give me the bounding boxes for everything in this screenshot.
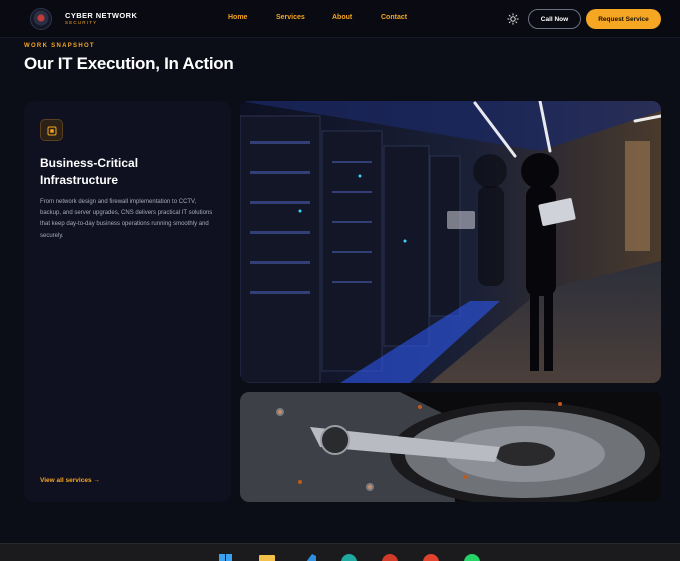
- whatsapp-icon[interactable]: [462, 553, 482, 561]
- vscode-icon[interactable]: [298, 553, 318, 561]
- brand-logo-icon[interactable]: [30, 8, 52, 30]
- hard-drive-image: [240, 392, 661, 502]
- view-all-services-label: View all services: [40, 477, 92, 484]
- page-title: Our IT Execution, In Action: [24, 54, 234, 73]
- brand[interactable]: CYBER NETWORK SECURITY: [65, 12, 137, 26]
- section-eyebrow: WORK SNAPSHOT: [24, 43, 95, 49]
- sun-icon[interactable]: [507, 13, 519, 25]
- app-icon[interactable]: [380, 553, 400, 561]
- nav-link-home[interactable]: Home: [228, 14, 247, 21]
- chip-icon: [47, 126, 57, 136]
- os-taskbar: [0, 543, 680, 561]
- server-room-photo: [240, 101, 661, 383]
- arrow-right-icon: →: [93, 477, 100, 484]
- info-card: Business-Critical Infrastructure From ne…: [24, 101, 231, 502]
- server-room-image: [240, 101, 661, 383]
- windows-start-icon[interactable]: [216, 553, 236, 561]
- view-all-services-link[interactable]: View all services →: [40, 477, 100, 484]
- nav-link-about[interactable]: About: [332, 14, 352, 21]
- nav-link-services[interactable]: Services: [276, 14, 305, 21]
- chrome-icon[interactable]: [421, 553, 441, 561]
- card-icon: [40, 119, 63, 141]
- card-description: From network design and firewall impleme…: [40, 199, 213, 239]
- request-service-button[interactable]: Request Service: [586, 9, 661, 29]
- brand-name: CYBER NETWORK: [65, 11, 138, 20]
- hard-drive-photo: [240, 392, 661, 502]
- file-explorer-icon[interactable]: [257, 553, 277, 561]
- navbar: CYBER NETWORK SECURITY Home Services Abo…: [0, 0, 680, 38]
- nav-link-contact[interactable]: Contact: [381, 14, 407, 21]
- edge-icon[interactable]: [339, 553, 359, 561]
- card-title: Business-Critical Infrastructure: [40, 156, 139, 187]
- call-now-button[interactable]: Call Now: [528, 9, 581, 29]
- brand-subtitle: SECURITY: [65, 20, 98, 25]
